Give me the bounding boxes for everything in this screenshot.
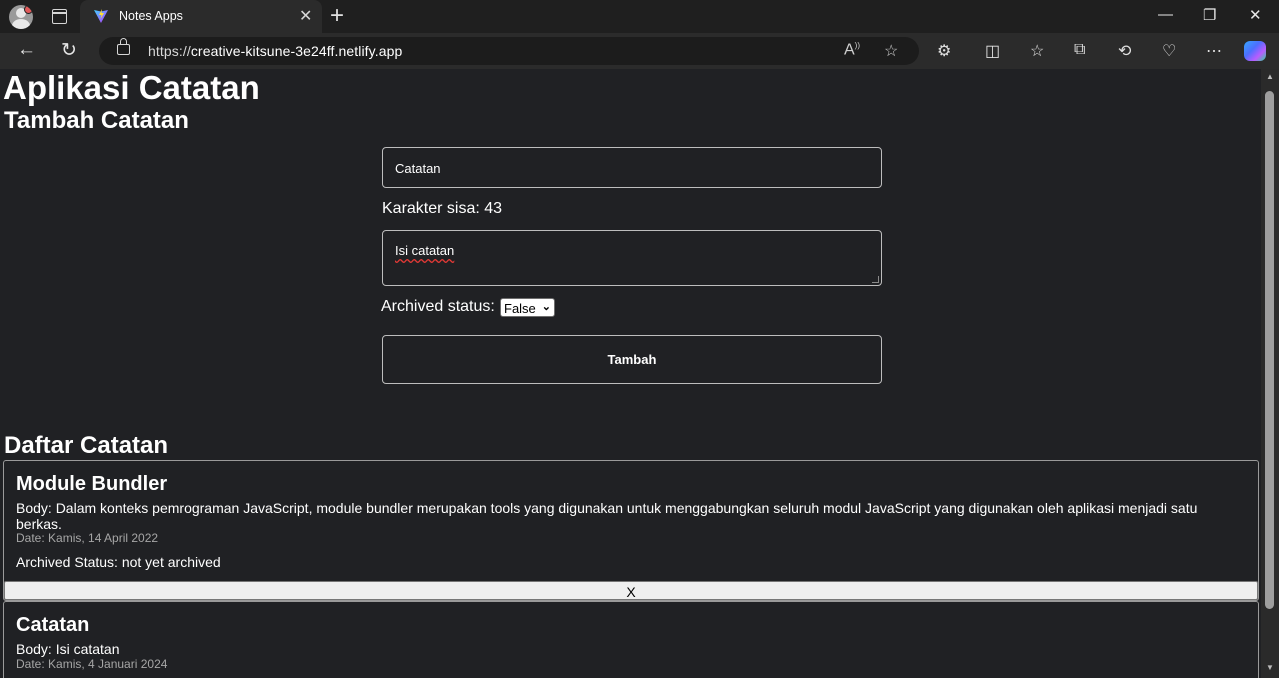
browser-tab-active[interactable]: Notes Apps ✕ bbox=[80, 0, 322, 33]
chevron-down-icon: ⌄ bbox=[541, 301, 551, 313]
note-card: Module Bundler Body: Dalam konteks pemro… bbox=[3, 460, 1259, 601]
archived-status-label: Archived status: bbox=[381, 298, 495, 315]
history-icon[interactable]: ⟲ bbox=[1118, 41, 1131, 61]
note-title-input-value: Catatan bbox=[395, 161, 441, 176]
favorite-star-icon[interactable]: ☆ bbox=[884, 41, 898, 61]
collections-icon[interactable]: ⧉ bbox=[1074, 41, 1085, 59]
window-close-icon[interactable]: ✕ bbox=[1249, 6, 1262, 24]
scroll-up-icon[interactable]: ▲ bbox=[1266, 72, 1274, 81]
note-list-title: Daftar Catatan bbox=[4, 432, 169, 459]
textarea-resize-handle[interactable] bbox=[872, 276, 879, 283]
browser-titlebar: Notes Apps ✕ + — ❐ ✕ bbox=[0, 0, 1279, 33]
note-body-textarea[interactable]: Isi catatan bbox=[382, 230, 882, 286]
extensions-icon[interactable]: ⚙ bbox=[937, 41, 951, 61]
page-scrollbar[interactable]: ▲ ▼ bbox=[1261, 69, 1279, 678]
delete-note-button[interactable]: X bbox=[4, 581, 1258, 600]
browser-essentials-icon[interactable]: ♡ bbox=[1162, 41, 1176, 61]
add-note-button-label: Tambah bbox=[607, 352, 657, 367]
form-title: Tambah Catatan bbox=[4, 107, 189, 134]
restore-icon[interactable]: ❐ bbox=[1203, 6, 1216, 24]
refresh-icon[interactable]: ↻ bbox=[61, 39, 77, 62]
new-tab-button[interactable]: + bbox=[330, 2, 344, 30]
url-text[interactable]: https://creative-kitsune-3e24ff.netlify.… bbox=[148, 43, 402, 59]
char-remaining-label: Karakter sisa: 43 bbox=[382, 200, 503, 217]
split-screen-icon[interactable]: ◫ bbox=[985, 41, 1000, 61]
note-card: Catatan Body: Isi catatan Date: Kamis, 4… bbox=[3, 601, 1259, 678]
note-date: Date: Kamis, 14 April 2022 bbox=[16, 531, 159, 545]
archived-status-selected: False bbox=[504, 301, 536, 316]
address-bar[interactable]: https://creative-kitsune-3e24ff.netlify.… bbox=[99, 37, 919, 65]
favorites-icon[interactable]: ☆ bbox=[1030, 41, 1044, 61]
scroll-down-icon[interactable]: ▼ bbox=[1266, 663, 1274, 672]
note-title: Catatan bbox=[16, 614, 90, 636]
scroll-thumb[interactable] bbox=[1265, 91, 1274, 609]
tab-actions-icon[interactable] bbox=[52, 9, 67, 24]
browser-toolbar: ← ↻ https://creative-kitsune-3e24ff.netl… bbox=[0, 33, 1279, 69]
archived-status-select[interactable]: False ⌄ bbox=[500, 298, 555, 317]
back-arrow-icon[interactable]: ← bbox=[17, 39, 36, 61]
note-date: Date: Kamis, 4 Januari 2024 bbox=[16, 657, 168, 671]
copilot-icon[interactable] bbox=[1244, 41, 1266, 61]
profile-avatar-icon[interactable] bbox=[9, 5, 33, 29]
delete-note-button-label: X bbox=[626, 584, 636, 600]
tab-close-icon[interactable]: ✕ bbox=[299, 6, 312, 26]
tab-title: Notes Apps bbox=[119, 9, 183, 23]
note-body: Body: Isi catatan bbox=[16, 641, 120, 657]
note-body: Body: Dalam konteks pemrograman JavaScri… bbox=[16, 500, 1198, 532]
page-content: Aplikasi Catatan Tambah Catatan Catatan … bbox=[0, 69, 1261, 678]
note-title: Module Bundler bbox=[16, 473, 168, 495]
add-note-button[interactable]: Tambah bbox=[382, 335, 882, 384]
note-body-textarea-value: Isi catatan bbox=[395, 243, 455, 258]
vite-logo-icon bbox=[94, 9, 108, 23]
app-title: Aplikasi Catatan bbox=[3, 69, 260, 106]
read-aloud-icon[interactable]: A)) bbox=[844, 41, 860, 59]
note-title-input[interactable]: Catatan bbox=[382, 147, 882, 188]
minimize-icon[interactable]: — bbox=[1158, 6, 1173, 23]
more-menu-icon[interactable]: ⋯ bbox=[1206, 41, 1222, 61]
note-archived-status: Archived Status: not yet archived bbox=[16, 554, 221, 570]
lock-icon bbox=[117, 38, 130, 55]
